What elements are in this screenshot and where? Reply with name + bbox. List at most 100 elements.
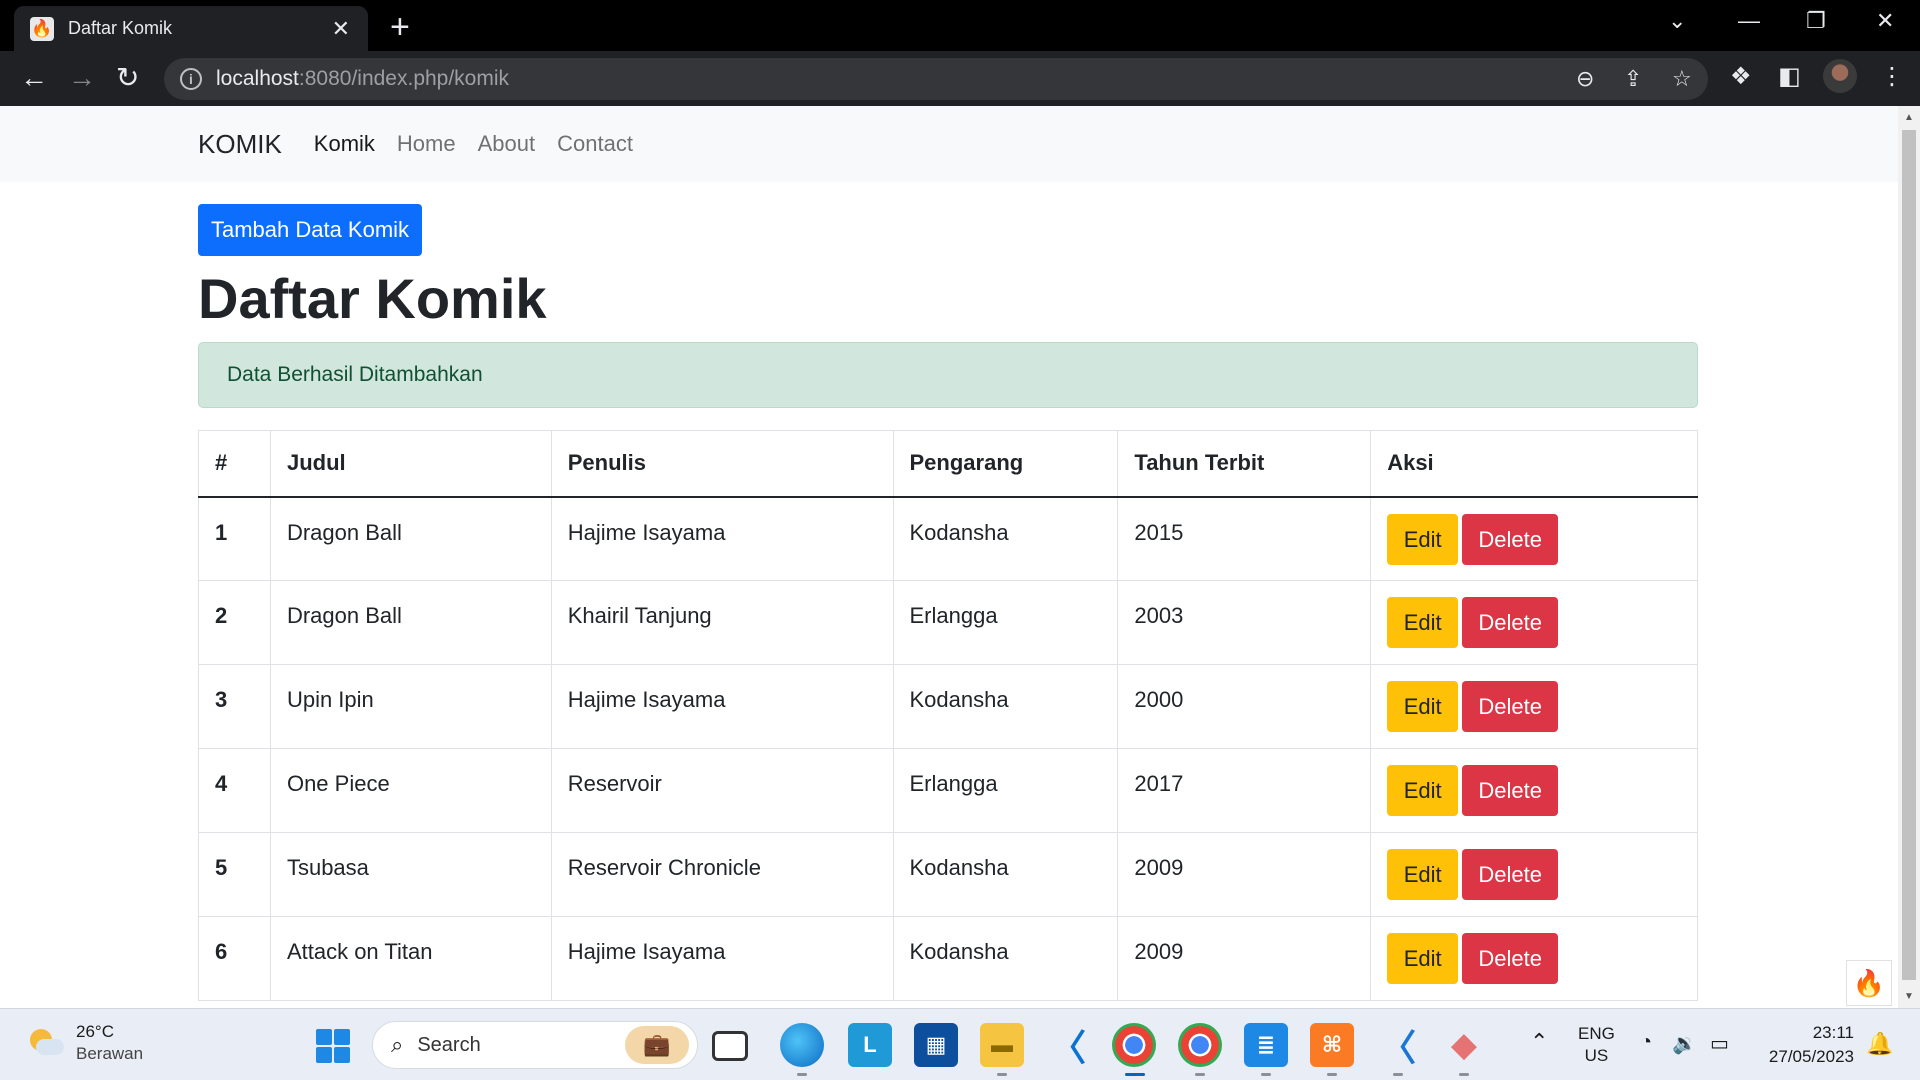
cell-tahun: 2015 bbox=[1117, 496, 1372, 581]
cell-penulis: Reservoir Chronicle bbox=[550, 832, 894, 917]
chrome-browser-icon[interactable] bbox=[1112, 1023, 1156, 1067]
windows-start-icon[interactable] bbox=[316, 1029, 350, 1063]
vscode-icon[interactable]: 〈 bbox=[1046, 1023, 1090, 1068]
search-icon: ⌕ bbox=[391, 1032, 404, 1057]
notepad-icon[interactable]: ≣ bbox=[1244, 1023, 1288, 1067]
row-number: 6 bbox=[198, 916, 271, 1001]
vscode-alt-icon[interactable]: 〈 bbox=[1376, 1023, 1420, 1068]
extensions-puzzle-icon[interactable]: ❖ bbox=[1730, 62, 1752, 91]
minimize-icon[interactable]: — bbox=[1738, 8, 1760, 34]
page-title: Daftar Komik bbox=[198, 267, 547, 330]
forward-arrow-icon[interactable]: → bbox=[68, 63, 96, 93]
delete-button[interactable]: Delete bbox=[1462, 681, 1559, 732]
site-navbar: KOMIK Komik Home About Contact bbox=[0, 106, 1898, 182]
task-view-icon[interactable] bbox=[712, 1031, 748, 1061]
column-header-penulis: Penulis bbox=[550, 430, 894, 497]
cell-tahun: 2000 bbox=[1117, 664, 1372, 749]
delete-button[interactable]: Delete bbox=[1462, 933, 1559, 984]
cell-penulis: Hajime Isayama bbox=[550, 664, 894, 749]
taskbar-search-box[interactable]: ⌕ Search 💼 bbox=[372, 1021, 698, 1069]
profile-avatar[interactable] bbox=[1823, 59, 1857, 93]
column-header-judul: Judul bbox=[269, 430, 552, 497]
edit-button[interactable]: Edit bbox=[1387, 513, 1459, 565]
search-highlight-briefcase-icon[interactable]: 💼 bbox=[625, 1026, 689, 1064]
table-row: 1 Dragon Ball Hajime Isayama Kodansha 20… bbox=[198, 496, 1698, 581]
weather-temperature: 26°C bbox=[76, 1022, 114, 1041]
cell-actions: Edit Delete bbox=[1370, 748, 1698, 833]
cell-pengarang: Kodansha bbox=[892, 496, 1119, 581]
volume-icon[interactable]: 🔉 bbox=[1672, 1031, 1697, 1056]
edit-button[interactable]: Edit bbox=[1387, 765, 1459, 816]
comic-table: # Judul Penulis Pengarang Tahun Terbit A… bbox=[198, 430, 1698, 1001]
tab-search-chevron-icon[interactable]: ⌄ bbox=[1668, 8, 1686, 34]
delete-button[interactable]: Delete bbox=[1462, 849, 1559, 900]
delete-button[interactable]: Delete bbox=[1462, 513, 1559, 565]
browser-tab[interactable]: 🔥 Daftar Komik ✕ bbox=[14, 6, 368, 51]
nav-link-home[interactable]: Home bbox=[397, 131, 456, 157]
delete-button[interactable]: Delete bbox=[1462, 765, 1559, 816]
row-number: 3 bbox=[198, 664, 271, 749]
site-info-icon[interactable]: i bbox=[180, 68, 202, 90]
side-panel-icon[interactable]: ◧ bbox=[1778, 62, 1801, 91]
cell-penulis: Hajime Isayama bbox=[550, 496, 894, 581]
cell-judul: One Piece bbox=[269, 748, 552, 833]
cell-actions: Edit Delete bbox=[1370, 664, 1698, 749]
address-bar[interactable]: i localhost:8080/index.php/komik ⊖ ⇪ ☆ bbox=[164, 58, 1708, 100]
zoom-icon[interactable]: ⊖ bbox=[1576, 66, 1594, 92]
edit-button[interactable]: Edit bbox=[1387, 933, 1459, 984]
new-tab-button[interactable]: + bbox=[390, 8, 410, 47]
debug-toolbar-fire-icon[interactable]: 🔥 bbox=[1846, 960, 1892, 1006]
scrollbar-thumb[interactable] bbox=[1902, 130, 1916, 980]
lazarus-l-icon[interactable]: L bbox=[848, 1023, 892, 1067]
nav-link-about[interactable]: About bbox=[478, 131, 536, 157]
windows-taskbar: 26°C Berawan ⌕ Search 💼 L ▦ ▬ 〈 ≣ ⌘ 〈 ◆ … bbox=[0, 1008, 1920, 1080]
cell-tahun: 2017 bbox=[1117, 748, 1372, 833]
cell-pengarang: Kodansha bbox=[892, 664, 1119, 749]
cell-pengarang: Kodansha bbox=[892, 832, 1119, 917]
xampp-icon[interactable]: ⌘ bbox=[1310, 1023, 1354, 1067]
file-explorer-icon[interactable]: ▬ bbox=[980, 1023, 1024, 1067]
bookmark-star-icon[interactable]: ☆ bbox=[1672, 66, 1692, 92]
table-header-row: # Judul Penulis Pengarang Tahun Terbit A… bbox=[198, 430, 1698, 497]
cell-actions: Edit Delete bbox=[1370, 916, 1698, 1001]
wifi-icon[interactable]: ◔ bbox=[1640, 1031, 1652, 1054]
scroll-down-icon[interactable]: ▼ bbox=[1904, 991, 1914, 1002]
reload-icon[interactable]: ↻ bbox=[116, 63, 139, 93]
restore-icon[interactable]: ❐ bbox=[1806, 8, 1826, 34]
nav-link-contact[interactable]: Contact bbox=[557, 131, 633, 157]
share-icon[interactable]: ⇪ bbox=[1624, 66, 1642, 92]
edit-button[interactable]: Edit bbox=[1387, 681, 1459, 732]
language-indicator[interactable]: ENG US bbox=[1578, 1023, 1615, 1067]
battery-icon[interactable]: ▭ bbox=[1710, 1031, 1729, 1056]
language-code: ENG bbox=[1578, 1024, 1615, 1043]
microsoft-store-icon[interactable]: ▦ bbox=[914, 1023, 958, 1067]
keyboard-region: US bbox=[1584, 1046, 1609, 1065]
page-scrollbar[interactable]: ▲ ▼ bbox=[1898, 106, 1920, 1008]
edge-browser-icon[interactable] bbox=[780, 1023, 824, 1067]
notifications-bell-icon[interactable]: 🔔 bbox=[1866, 1031, 1893, 1057]
weather-widget[interactable]: 26°C Berawan bbox=[26, 1021, 143, 1065]
nav-link-komik[interactable]: Komik bbox=[314, 131, 375, 157]
scroll-up-icon[interactable]: ▲ bbox=[1904, 112, 1914, 123]
delete-button[interactable]: Delete bbox=[1462, 597, 1559, 648]
chrome-profile-icon[interactable] bbox=[1178, 1023, 1222, 1067]
add-comic-button[interactable]: Tambah Data Komik bbox=[198, 204, 422, 256]
url-text[interactable]: localhost:8080/index.php/komik bbox=[216, 67, 509, 91]
git-kraken-icon[interactable]: ◆ bbox=[1442, 1023, 1486, 1067]
table-row: 5 Tsubasa Reservoir Chronicle Kodansha 2… bbox=[198, 832, 1698, 917]
back-arrow-icon[interactable]: ← bbox=[20, 63, 48, 93]
window-close-icon[interactable]: ✕ bbox=[1876, 8, 1894, 34]
cell-judul: Dragon Ball bbox=[269, 496, 552, 581]
edit-button[interactable]: Edit bbox=[1387, 597, 1459, 648]
tray-overflow-chevron-icon[interactable]: ⌃ bbox=[1530, 1029, 1548, 1055]
navbar-brand[interactable]: KOMIK bbox=[198, 129, 282, 160]
browser-menu-icon[interactable]: ⋮ bbox=[1880, 62, 1904, 91]
system-clock[interactable]: 23:11 27/05/2023 bbox=[1752, 1021, 1854, 1069]
column-header-number: # bbox=[198, 430, 271, 497]
url-path: :8080/index.php/komik bbox=[298, 67, 510, 90]
tab-close-icon[interactable]: ✕ bbox=[332, 16, 350, 42]
row-number: 1 bbox=[198, 496, 271, 581]
cell-tahun: 2003 bbox=[1117, 580, 1372, 665]
clock-date: 27/05/2023 bbox=[1768, 1047, 1854, 1066]
edit-button[interactable]: Edit bbox=[1387, 849, 1459, 900]
